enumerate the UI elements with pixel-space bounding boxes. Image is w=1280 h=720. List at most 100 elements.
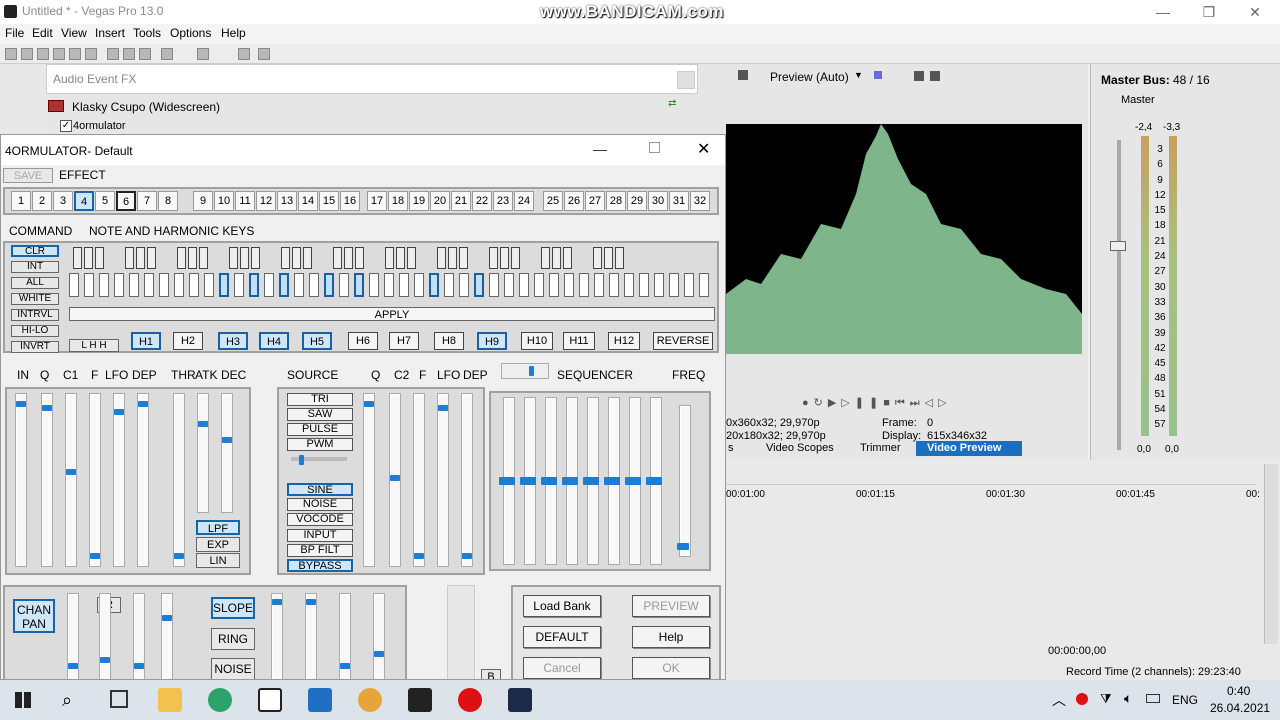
tab-explorer[interactable]: s [728,442,734,454]
cut-icon[interactable] [107,48,119,60]
note-key[interactable] [594,273,604,297]
cards-icon[interactable] [258,688,282,712]
note-key[interactable] [699,273,709,297]
preset-18[interactable]: 18 [388,191,408,211]
volume-icon[interactable]: 🔈︎ [1124,690,1132,707]
harmonic-key[interactable] [552,247,561,269]
harmonic-h2-button[interactable]: H2 [173,332,203,350]
preset-25[interactable]: 25 [543,191,563,211]
sequencer-rate-slider[interactable] [501,363,549,379]
harmonic-key[interactable] [229,247,238,269]
tray-chevron-icon[interactable]: ︿ [1052,690,1066,710]
sequencer-step-knob[interactable] [625,477,641,485]
source-input-button[interactable]: INPUT [287,529,353,542]
sequencer-rate-knob[interactable] [529,366,534,376]
undo-icon[interactable] [161,48,173,60]
note-key[interactable] [549,273,559,297]
note-key[interactable] [669,273,679,297]
apply-button[interactable]: APPLY [69,307,715,321]
modulation-fader-knob[interactable] [134,663,144,669]
source-fader[interactable] [413,393,425,567]
task-view-icon[interactable] [110,690,128,708]
harmonic-key[interactable] [489,247,498,269]
note-key[interactable] [444,273,454,297]
source-fader-knob[interactable] [364,401,374,407]
sequencer-step-knob[interactable] [520,477,536,485]
modulation-fader[interactable] [373,593,385,679]
note-key[interactable] [69,273,79,297]
harmonic-key[interactable] [604,247,613,269]
harmonic-h1-button[interactable]: H1 [131,332,161,350]
source-tri-button[interactable]: TRI [287,393,353,406]
edge-icon[interactable] [208,688,232,712]
preset-26[interactable]: 26 [564,191,584,211]
preset-6[interactable]: 6 [116,191,136,211]
preview-mode-chevron-icon[interactable]: ▼ [854,70,863,80]
modulation-fader-knob[interactable] [340,663,350,669]
harmonic-h8-button[interactable]: H8 [434,332,464,350]
filter-fader-knob[interactable] [90,553,100,559]
media-player-icon[interactable] [308,688,332,712]
modulation-fader-knob[interactable] [306,599,316,605]
note-key[interactable] [414,273,424,297]
harmonic-key[interactable] [177,247,186,269]
filter-fader-knob[interactable] [114,409,124,415]
note-key[interactable] [474,273,484,297]
fx-chain-label[interactable]: Klasky Csupo (Widescreen) [72,100,220,114]
preset-27[interactable]: 27 [585,191,605,211]
master-fader-handle[interactable] [1110,241,1126,251]
filter-fader[interactable] [89,393,101,567]
preset-31[interactable]: 31 [669,191,689,211]
source-fader[interactable] [437,393,449,567]
preset-32[interactable]: 32 [690,191,710,211]
filter-fader[interactable] [65,393,77,567]
exp-button[interactable]: EXP [196,537,240,552]
note-key[interactable] [384,273,394,297]
preset-22[interactable]: 22 [472,191,492,211]
source-fader-knob[interactable] [462,553,472,559]
command-white[interactable]: WHITE [11,293,59,305]
filter-fader-knob[interactable] [42,405,52,411]
language-indicator[interactable]: ENG [1172,693,1198,707]
save-icon[interactable] [37,48,49,60]
master-volume-fader[interactable] [447,585,475,679]
modulation-fader-knob[interactable] [68,663,78,669]
harmonic-key[interactable] [73,247,82,269]
source-fader[interactable] [363,393,375,567]
cancel-button[interactable]: Cancel [523,657,601,679]
preset-11[interactable]: 11 [235,191,255,211]
lpf-button[interactable]: LPF [196,520,240,535]
sequencer-step-knob[interactable] [604,477,620,485]
harmonic-key[interactable] [136,247,145,269]
modulation-fader[interactable] [271,593,283,679]
modulation-fader[interactable] [161,593,173,679]
menu-edit[interactable]: Edit [32,26,53,40]
save-snapshot-icon[interactable] [930,71,940,81]
note-key[interactable] [564,273,574,297]
clock-date[interactable]: 26.04.2021 [1210,701,1270,715]
properties-icon[interactable] [85,48,97,60]
harmonic-reverse-button[interactable]: REVERSE [653,332,713,350]
tab-video-scopes[interactable]: Video Scopes [766,442,834,454]
source-fader[interactable] [461,393,473,567]
note-key[interactable] [219,273,229,297]
menu-insert[interactable]: Insert [95,26,125,40]
copy-icon[interactable] [123,48,135,60]
filter-fader-knob[interactable] [66,469,76,475]
preset-17[interactable]: 17 [367,191,387,211]
preset-30[interactable]: 30 [648,191,668,211]
harmonic-key[interactable] [459,247,468,269]
preset-5[interactable]: 5 [95,191,115,211]
harmonic-key[interactable] [448,247,457,269]
note-key[interactable] [189,273,199,297]
timeline-scrollbar[interactable] [1264,464,1278,644]
modulation-fader-knob[interactable] [162,615,172,621]
search-icon[interactable]: ⌕ [62,690,72,711]
note-key[interactable] [609,273,619,297]
note-key[interactable] [429,273,439,297]
b-button[interactable]: B [481,669,501,679]
harmonic-h6-button[interactable]: H6 [348,332,378,350]
default-button[interactable]: DEFAULT [523,626,601,648]
vegas-alt-icon[interactable] [508,688,532,712]
note-key[interactable] [354,273,364,297]
